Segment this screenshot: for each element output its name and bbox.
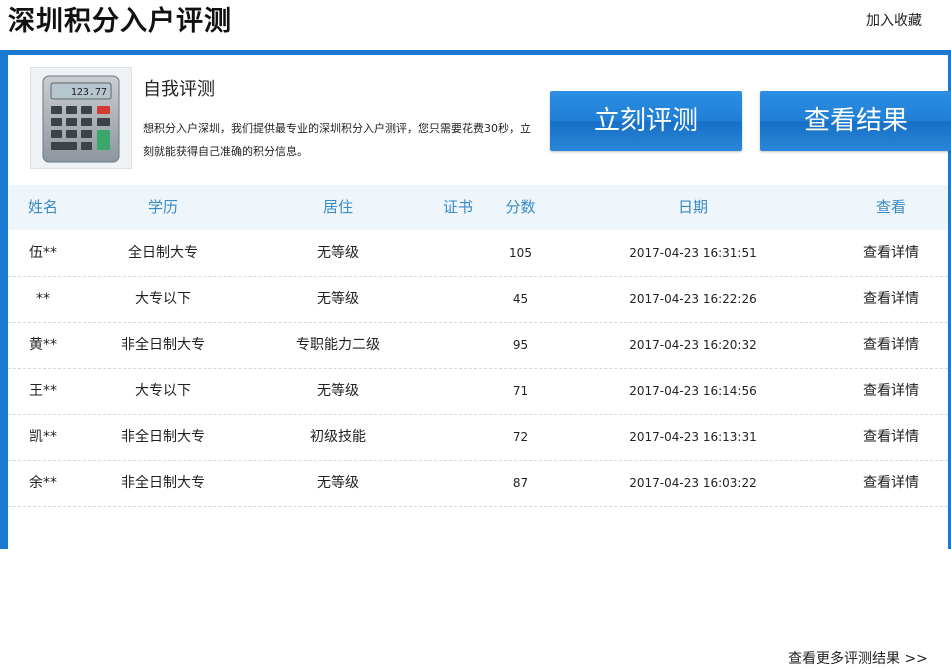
cell-residence: 无等级 <box>317 291 359 307</box>
table-row: 王** 大专以下 无等级 71 2017-04-23 16:14:56 查看详情 <box>8 368 948 415</box>
cell-name: 凯** <box>29 429 57 445</box>
start-evaluation-button[interactable]: 立刻评测 <box>550 91 742 151</box>
panel-left-border <box>0 50 8 549</box>
page-header: 深圳积分入户评测 加入收藏 <box>0 0 951 50</box>
cell-name: 黄** <box>29 337 57 353</box>
evaluation-panel: 123.77 自我评测 想积分入户深圳，我们提供最专业的深圳积分入户测评，您只需… <box>0 50 951 667</box>
header-view: 查看 <box>875 198 906 216</box>
table-row: 伍** 全日制大专 无等级 105 2017-04-23 16:31:51 查看… <box>8 230 948 277</box>
header-name: 姓名 <box>28 198 59 216</box>
cell-residence: 初级技能 <box>310 429 366 445</box>
cell-education: 全日制大专 <box>128 245 198 261</box>
header-score: 分数 <box>505 198 536 216</box>
more-results-link[interactable]: 查看更多评测结果 >> <box>788 648 928 668</box>
cell-date: 2017-04-23 16:03:22 <box>629 476 757 490</box>
table-row: 黄** 非全日制大专 专职能力二级 95 2017-04-23 16:20:32… <box>8 322 948 369</box>
cell-certificate <box>428 414 488 460</box>
cell-score: 105 <box>509 246 532 260</box>
cell-name: 余** <box>29 475 57 491</box>
header-education: 学历 <box>147 198 178 216</box>
cell-score: 72 <box>512 430 529 444</box>
cell-education: 大专以下 <box>135 291 191 307</box>
svg-text:123.77: 123.77 <box>71 87 107 98</box>
view-details-link[interactable]: 查看详情 <box>851 230 931 276</box>
view-details-link[interactable]: 查看详情 <box>851 414 931 460</box>
cell-education: 大专以下 <box>135 383 191 399</box>
cell-score: 45 <box>512 292 529 306</box>
view-results-button[interactable]: 查看结果 <box>760 91 951 151</box>
cell-certificate <box>428 322 488 368</box>
cell-name: 伍** <box>29 245 57 261</box>
cell-date: 2017-04-23 16:22:26 <box>629 292 757 306</box>
table-header: 姓名 学历 居住 证书 分数 日期 查看 <box>8 185 948 230</box>
cell-certificate <box>428 276 488 322</box>
cell-date: 2017-04-23 16:13:31 <box>629 430 757 444</box>
cell-name: 王** <box>29 383 57 399</box>
cell-name: ** <box>36 291 50 307</box>
view-details-link[interactable]: 查看详情 <box>851 276 931 322</box>
header-date: 日期 <box>677 198 708 216</box>
cell-residence: 专职能力二级 <box>296 337 380 353</box>
page-title: 深圳积分入户评测 <box>8 6 232 37</box>
table-row: 凯** 非全日制大专 初级技能 72 2017-04-23 16:13:31 查… <box>8 414 948 461</box>
view-details-link[interactable]: 查看详情 <box>851 460 931 506</box>
view-details-link[interactable]: 查看详情 <box>851 368 931 414</box>
cell-education: 非全日制大专 <box>121 337 205 353</box>
header-certificate: 证书 <box>442 198 473 216</box>
cell-certificate <box>428 230 488 276</box>
cell-score: 87 <box>512 476 529 490</box>
table-row: 余** 非全日制大专 无等级 87 2017-04-23 16:03:22 查看… <box>8 460 948 507</box>
promo-section: 123.77 自我评测 想积分入户深圳，我们提供最专业的深圳积分入户测评，您只需… <box>8 55 951 185</box>
cell-certificate <box>428 460 488 506</box>
table-row: ** 大专以下 无等级 45 2017-04-23 16:22:26 查看详情 <box>8 276 948 323</box>
cell-date: 2017-04-23 16:31:51 <box>629 246 757 260</box>
cell-education: 非全日制大专 <box>121 429 205 445</box>
calculator-icon: 123.77 <box>30 67 132 169</box>
header-residence: 居住 <box>322 198 353 216</box>
cell-score: 95 <box>512 338 529 352</box>
cell-score: 71 <box>512 384 529 398</box>
cell-residence: 无等级 <box>317 475 359 491</box>
cell-residence: 无等级 <box>317 383 359 399</box>
promo-title: 自我评测 <box>143 79 215 100</box>
cell-date: 2017-04-23 16:20:32 <box>629 338 757 352</box>
cell-certificate <box>428 368 488 414</box>
view-details-link[interactable]: 查看详情 <box>851 322 931 368</box>
cell-residence: 无等级 <box>317 245 359 261</box>
cell-date: 2017-04-23 16:14:56 <box>629 384 757 398</box>
cell-education: 非全日制大专 <box>121 475 205 491</box>
add-favorite-link[interactable]: 加入收藏 <box>866 10 922 30</box>
promo-description: 想积分入户深圳，我们提供最专业的深圳积分入户测评，您只需要花费30秒，立刻就能获… <box>143 122 531 158</box>
